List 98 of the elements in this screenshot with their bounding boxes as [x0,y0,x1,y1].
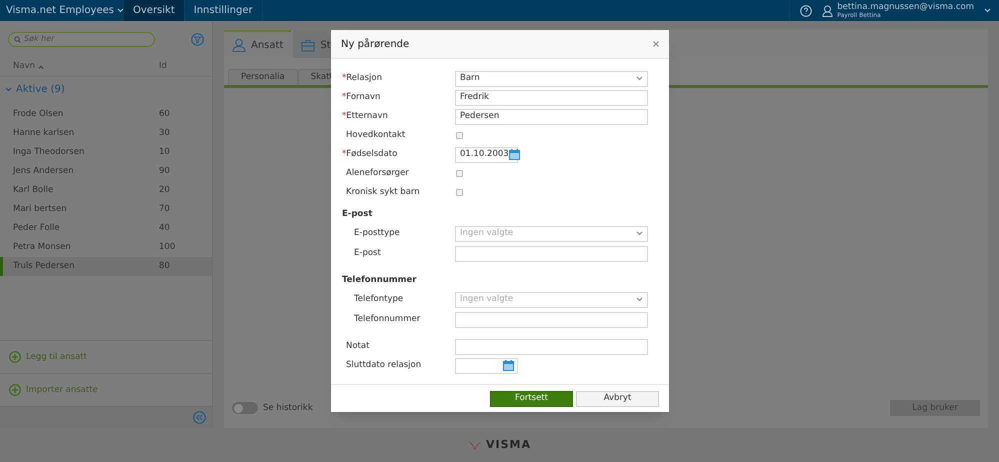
collapse-icon[interactable] [193,411,206,424]
input-field[interactable] [455,338,648,354]
help-icon[interactable] [800,4,812,16]
employee-id: 20 [159,184,170,197]
field-label: E-posttype [354,227,400,240]
caret-icon [636,231,643,236]
employee-row[interactable]: Inga Theodorsen 10 [0,143,212,162]
close-icon[interactable] [653,41,659,47]
employee-name: Peder Folle [13,222,61,235]
sort-up-icon [38,64,44,68]
user-icon[interactable] [822,4,834,16]
field-label: Relasjon [346,72,382,85]
history-toggle[interactable] [232,402,258,414]
person-icon [232,38,246,52]
dialog-title: Ny pårørende [341,37,410,52]
employee-row[interactable]: Truls Pedersen 80 [0,257,212,276]
section-heading: E-post [342,208,374,222]
checkbox[interactable] [456,132,463,139]
select-field[interactable]: Ingen valgte [455,292,648,308]
employee-id: 70 [159,203,170,216]
field-label: Sluttdato relasjon [346,359,422,372]
employee-row[interactable]: Jens Andersen 90 [0,162,212,181]
required-mark: * [342,148,346,161]
employee-row[interactable]: Frode Olsen 60 [0,105,212,124]
employee-row[interactable]: Karl Bolle 20 [0,181,212,200]
employee-row[interactable]: Hanne karlsen 30 [0,124,212,143]
plus-circle-icon [9,384,21,396]
caret-icon [636,76,643,81]
field-label: Fødselsdato [346,148,398,161]
toggle-label: Se historikk [263,402,313,414]
plus-circle-icon [9,351,21,363]
required-mark: * [342,72,346,85]
field-label: Notat [346,340,370,353]
field-label: Hovedkontakt [346,129,406,142]
checkbox[interactable] [456,189,463,196]
filter-icon[interactable] [191,32,204,46]
continue-button[interactable]: Fortsett [490,390,573,406]
nav-tab[interactable]: Oversikt [124,0,185,21]
visma-logo: VISMA [486,436,531,453]
cancel-button[interactable]: Avbryt [576,390,659,406]
employee-name: Karl Bolle [13,184,54,197]
logo-mark-icon [468,440,482,450]
app-title[interactable]: Visma.net Employees [0,0,124,21]
field-label: Telefonnummer [354,313,420,326]
app-title-text: Visma.net Employees [6,4,114,18]
search-icon [14,36,21,42]
user-email: bettina.magnussen@visma.com [837,2,974,12]
date-field[interactable]: 01.10.2003 [455,146,518,162]
employee-id: 10 [159,146,170,159]
checkbox[interactable] [456,170,463,177]
field-label: Etternavn [346,110,388,123]
select-value: Ingen valgte [460,293,514,306]
field-label: E-post [354,247,381,260]
column-header[interactable]: Id [159,60,167,73]
briefcase-icon [301,38,316,52]
field-label: Telefontype [354,293,404,306]
employee-row[interactable]: Peder Folle 40 [0,219,212,238]
add-action[interactable]: Legg til ansatt [0,340,212,373]
sub-tab[interactable]: Personalia [228,69,298,85]
employee-name: Inga Theodorsen [13,146,86,159]
calendar-icon[interactable] [508,149,520,160]
employee-id: 100 [159,241,176,254]
input-field[interactable]: Fredrik [455,90,648,106]
employee-name: Petra Monsen [13,241,72,254]
employee-name: Jens Andersen [13,165,75,178]
column-header[interactable]: Navn [13,60,35,73]
date-field[interactable] [455,358,518,374]
employee-id: 40 [159,222,170,235]
field-label: Kronisk sykt barn [346,186,420,199]
group-header[interactable]: Aktive (9) [0,77,212,101]
field-label: Aleneforsørger [346,167,409,180]
select-value: Ingen valgte [460,227,514,240]
input-field[interactable] [455,312,648,328]
caret-icon [636,297,643,302]
employee-row[interactable]: Mari bertsen 70 [0,200,212,219]
caret-icon [116,8,124,13]
date-value: 01.10.2003 [460,148,509,161]
employee-row[interactable]: Petra Monsen 100 [0,238,212,257]
select-field[interactable]: Barn [455,70,648,86]
employee-id: 80 [159,260,170,273]
employee-name: Hanne karlsen [13,127,76,140]
input-field[interactable] [455,246,648,262]
required-mark: * [342,110,346,123]
caret-icon [984,8,991,13]
section-heading: Telefonnummer [342,274,418,288]
employee-id: 30 [159,127,170,140]
calendar-icon[interactable] [503,360,514,371]
employee-name: Truls Pedersen [13,260,76,273]
employee-id: 90 [159,165,170,178]
chevron-icon [5,86,12,92]
field-label: Fornavn [346,91,380,104]
required-mark: * [342,91,346,104]
input-field[interactable]: Pedersen [455,108,648,124]
select-field[interactable]: Ingen valgte [455,226,648,242]
select-value: Barn [460,72,480,85]
employee-id: 60 [159,108,170,121]
employee-name: Mari bertsen [13,203,68,216]
employee-name: Frode Olsen [13,108,64,121]
